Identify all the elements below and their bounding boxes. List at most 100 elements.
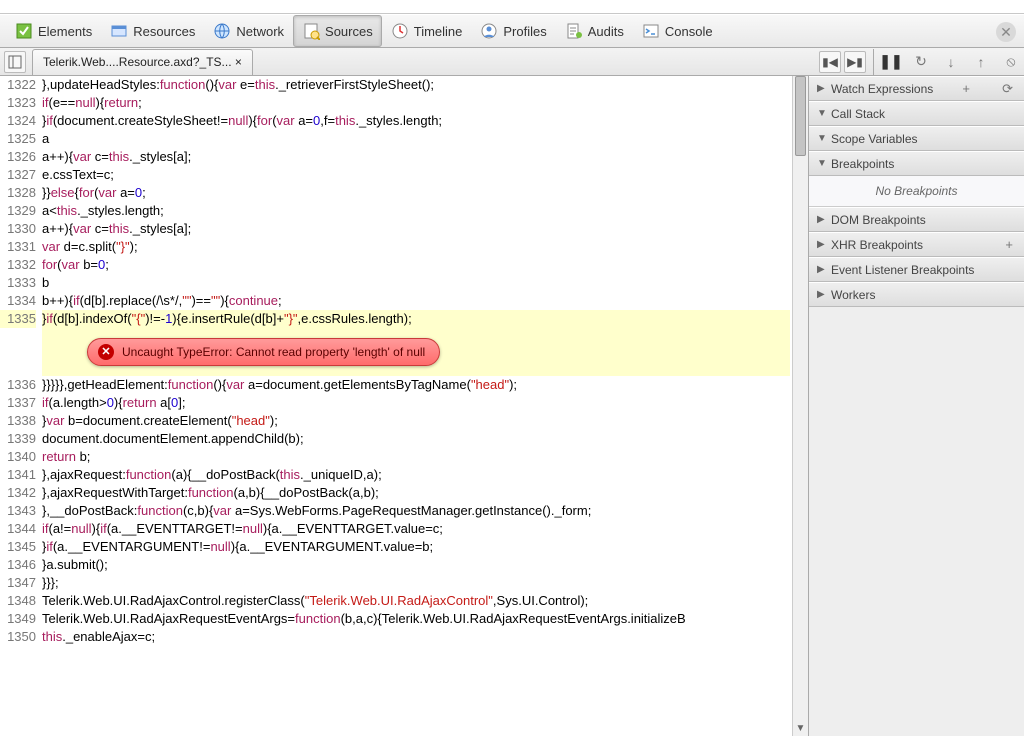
debug-step-out-button[interactable]: ↑ bbox=[970, 51, 992, 73]
panel-breakpoints[interactable]: ▼Breakpoints bbox=[809, 151, 1024, 176]
code-line[interactable]: return b; bbox=[42, 448, 790, 466]
code-line[interactable]: var d=c.split("}"); bbox=[42, 238, 790, 256]
line-number[interactable]: 1347 bbox=[0, 574, 36, 592]
code-line[interactable]: b++){if(d[b].replace(/\s*/,"")==""){cont… bbox=[42, 292, 790, 310]
editor-scrollbar[interactable]: ▲ ▼ bbox=[792, 76, 808, 736]
audits-icon bbox=[565, 22, 583, 40]
code-line[interactable]: },updateHeadStyles:function(){var e=this… bbox=[42, 76, 790, 94]
add-xhr-bp-button[interactable]: + bbox=[1002, 237, 1016, 252]
debug-pause-button[interactable]: ❚❚ bbox=[880, 51, 902, 73]
line-number[interactable]: 1328 bbox=[0, 184, 36, 202]
line-number[interactable]: 1322 bbox=[0, 76, 36, 94]
line-number[interactable]: 1324 bbox=[0, 112, 36, 130]
code-line[interactable]: aa++){var c=this._styles[a];e.cssText=c;… bbox=[42, 130, 790, 148]
tab-label: Network bbox=[236, 24, 284, 39]
line-number[interactable]: 1350 bbox=[0, 628, 36, 646]
panel-dom-breakpoints[interactable]: ▶DOM Breakpoints bbox=[809, 207, 1024, 232]
line-number[interactable]: 1345 bbox=[0, 538, 36, 556]
code-line[interactable]: a++){var c=this._styles[a]; bbox=[42, 148, 790, 166]
tab-resources[interactable]: Resources bbox=[101, 15, 204, 47]
code-line[interactable]: bb++){if(d[b].replace(/\s*/,"")==""){con… bbox=[42, 274, 790, 292]
tab-timeline[interactable]: Timeline bbox=[382, 15, 472, 47]
line-number[interactable]: 1342 bbox=[0, 484, 36, 502]
code-line[interactable]: },ajaxRequest:function(a){__doPostBack(t… bbox=[42, 466, 790, 484]
debug-deactivate-button[interactable]: ⦸ bbox=[1000, 51, 1022, 73]
code-line[interactable]: }if(d[b].indexOf("{")!=-1){e.insertRule(… bbox=[42, 310, 790, 328]
source-editor[interactable]: 1322132313241325132613271328132913301331… bbox=[0, 76, 808, 736]
tab-label: Console bbox=[665, 24, 713, 39]
add-watch-button[interactable]: + bbox=[959, 81, 973, 96]
tab-profiles[interactable]: Profiles bbox=[471, 15, 555, 47]
code-line[interactable]: this._enableAjax=c; bbox=[42, 628, 790, 646]
line-number[interactable]: 1332 bbox=[0, 256, 36, 274]
code-line[interactable]: },__doPostBack:function(c,b){var a=Sys.W… bbox=[42, 502, 790, 520]
code-line[interactable]: }}}}},getHeadElement:function(){var a=do… bbox=[42, 376, 790, 394]
tab-sources[interactable]: Sources bbox=[293, 15, 382, 47]
code-line[interactable]: }var b=document.createElement("head"); bbox=[42, 412, 790, 430]
tab-network[interactable]: Network bbox=[204, 15, 293, 47]
line-number[interactable]: 1341 bbox=[0, 466, 36, 484]
code-line[interactable]: Telerik.Web.UI.RadAjaxControl.registerCl… bbox=[42, 592, 790, 610]
line-number[interactable]: 1327 bbox=[0, 166, 36, 184]
code-line[interactable]: },ajaxRequestWithTarget:function(a,b){__… bbox=[42, 484, 790, 502]
breakpoints-empty: No Breakpoints bbox=[809, 176, 1024, 207]
line-number[interactable]: 1348 bbox=[0, 592, 36, 610]
scroll-thumb[interactable] bbox=[795, 76, 806, 156]
source-file-tab[interactable]: Telerik.Web....Resource.axd?_TS... × bbox=[32, 49, 253, 75]
tab-console[interactable]: Console bbox=[633, 15, 722, 47]
debug-step-over-button[interactable]: ↻ bbox=[910, 51, 932, 73]
line-number[interactable]: 1329 bbox=[0, 202, 36, 220]
line-number[interactable]: 1334 bbox=[0, 292, 36, 310]
panel-callstack[interactable]: ▼Call Stack bbox=[809, 101, 1024, 126]
code-line[interactable]: if(e==null){return; bbox=[42, 94, 790, 112]
line-number[interactable]: 1346 bbox=[0, 556, 36, 574]
panel-xhr-breakpoints[interactable]: ▶XHR Breakpoints+ bbox=[809, 232, 1024, 257]
nav-fwd-button[interactable]: ▶▮ bbox=[844, 51, 866, 73]
refresh-watch-button[interactable]: ⟳ bbox=[999, 81, 1016, 97]
panel-workers[interactable]: ▶ Workers bbox=[809, 282, 1024, 307]
tab-elements[interactable]: Elements bbox=[6, 15, 101, 47]
panel-title: Workers bbox=[831, 288, 875, 302]
scroll-down-arrow[interactable]: ▼ bbox=[793, 720, 808, 736]
line-number[interactable]: 1337 bbox=[0, 394, 36, 412]
debug-step-into-button[interactable]: ↓ bbox=[940, 51, 962, 73]
line-number[interactable]: 1333 bbox=[0, 274, 36, 292]
tab-audits[interactable]: Audits bbox=[556, 15, 633, 47]
line-number[interactable]: 1330 bbox=[0, 220, 36, 238]
devtools-close-button[interactable]: ✕ bbox=[996, 22, 1016, 42]
code-line[interactable]: }if(a.__EVENTARGUMENT!=null){a.__EVENTAR… bbox=[42, 538, 790, 556]
navigator-toggle-button[interactable] bbox=[4, 51, 26, 73]
line-number[interactable]: 1343 bbox=[0, 502, 36, 520]
panel-scope[interactable]: ▼Scope Variables bbox=[809, 126, 1024, 151]
code-line[interactable]: }a.submit(); bbox=[42, 556, 790, 574]
code-line[interactable]: }if(document.createStyleSheet!=null){for… bbox=[42, 112, 790, 130]
line-number[interactable]: 1340 bbox=[0, 448, 36, 466]
line-number[interactable]: 1344 bbox=[0, 520, 36, 538]
code-line[interactable]: e.cssText=c; bbox=[42, 166, 790, 184]
line-number[interactable]: 1331 bbox=[0, 238, 36, 256]
code-line[interactable]: a<this._styles.length; bbox=[42, 202, 790, 220]
line-number[interactable]: 1323 bbox=[0, 94, 36, 112]
code-line[interactable]: document.documentElement.appendChild(b); bbox=[42, 430, 790, 448]
line-number[interactable]: 1338 bbox=[0, 412, 36, 430]
panel-title: Scope Variables bbox=[831, 132, 918, 146]
line-number[interactable]: 1325 bbox=[0, 130, 36, 148]
line-number[interactable]: 1349 bbox=[0, 610, 36, 628]
code-line[interactable]: }}else{for(var a=0; bbox=[42, 184, 790, 202]
line-number[interactable]: 1326 bbox=[0, 148, 36, 166]
nav-back-button[interactable]: ▮◀ bbox=[819, 51, 841, 73]
code-line[interactable]: for(var b=0; bbox=[42, 256, 790, 274]
code-line[interactable]: if(a.length>0){return a[0]; bbox=[42, 394, 790, 412]
panel-event-breakpoints[interactable]: ▶Event Listener Breakpoints bbox=[809, 257, 1024, 282]
code-line[interactable]: Telerik.Web.UI.RadAjaxRequestEventArgs=f… bbox=[42, 610, 790, 628]
panel-watch[interactable]: ▶Watch Expressions+⟳ bbox=[809, 76, 1024, 101]
line-number[interactable]: 1336 bbox=[0, 376, 36, 394]
line-number[interactable]: 1339 bbox=[0, 430, 36, 448]
code-line[interactable]: if(a!=null){if(a.__EVENTTARGET!=null){a.… bbox=[42, 520, 790, 538]
line-number[interactable]: 1335 bbox=[0, 310, 36, 328]
code-line[interactable]: a++){var c=this._styles[a]; bbox=[42, 220, 790, 238]
error-icon: ✕ bbox=[98, 344, 114, 360]
expand-icon: ▶ bbox=[817, 289, 827, 300]
code-line[interactable]: }}}; bbox=[42, 574, 790, 592]
collapse-icon: ▼ bbox=[817, 158, 827, 169]
